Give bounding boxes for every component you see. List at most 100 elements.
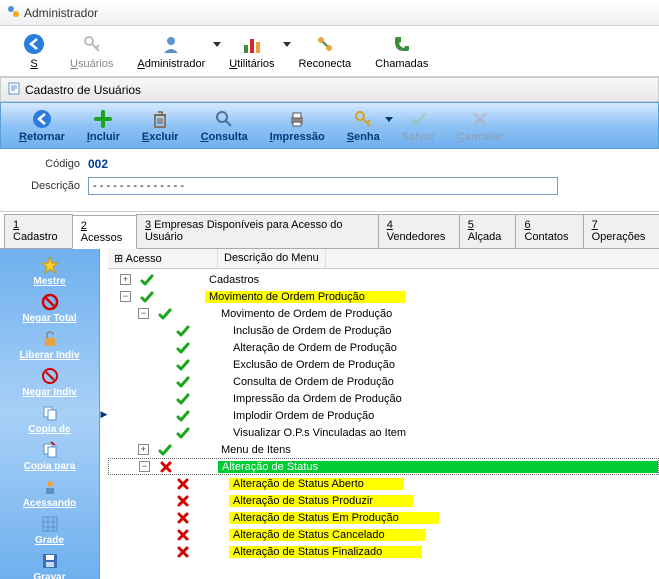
utilitarios-button[interactable]: Utilitários: [223, 30, 280, 72]
tree-expander[interactable]: −: [120, 291, 131, 302]
accessing-icon: [40, 477, 60, 497]
tree-header-acesso[interactable]: ⊞ Acesso: [108, 249, 218, 268]
x-icon: [175, 494, 191, 508]
save-icon: [40, 551, 60, 571]
document-icon: [7, 81, 21, 98]
tab-acessos[interactable]: 2 Acessos: [72, 215, 137, 249]
chart-bars-icon: [240, 32, 264, 56]
deny-icon: [40, 292, 60, 312]
x-icon: [175, 545, 191, 559]
tree-expander[interactable]: −: [139, 461, 150, 472]
x-icon: [175, 511, 191, 525]
tab-contatos[interactable]: 6 Contatos: [515, 214, 583, 248]
sidebar-acessando[interactable]: Acessando: [2, 475, 97, 511]
x-icon: [175, 477, 191, 491]
impressao-button[interactable]: Impressão: [260, 105, 335, 146]
tree-row[interactable]: + Cadastros: [108, 271, 659, 288]
tree-row[interactable]: Implodir Ordem de Produção: [108, 407, 659, 424]
tree-row-label: Alteração de Status Finalizado: [229, 546, 422, 558]
check-icon: [175, 392, 191, 406]
dropdown-arrow-icon[interactable]: [213, 42, 221, 47]
window-title: Administrador: [24, 6, 98, 20]
check-icon: [175, 324, 191, 338]
tree-row[interactable]: Consulta de Ordem de Produção: [108, 373, 659, 390]
consulta-button[interactable]: Consulta: [191, 105, 258, 146]
tree-row[interactable]: +Menu de Itens: [108, 441, 659, 458]
reconecta-button[interactable]: Reconecta: [293, 30, 358, 72]
chamadas-button[interactable]: Chamadas: [369, 30, 434, 72]
tree-row[interactable]: Alteração de Status Em Produção: [108, 509, 659, 526]
plus-icon: [92, 108, 114, 130]
tree-row-label: Alteração de Status Produzir: [229, 495, 413, 507]
check-icon: [175, 358, 191, 372]
app-icon: [6, 4, 20, 21]
retornar-button[interactable]: Retornar: [9, 105, 75, 146]
tree-row-label: Consulta de Ordem de Produção: [229, 376, 394, 388]
tree-row-label: Implodir Ordem de Produção: [229, 410, 374, 422]
sidebar-gravar[interactable]: Gravar: [2, 549, 97, 579]
excluir-button[interactable]: Excluir: [132, 105, 189, 146]
tree-row-label: Cadastros: [205, 274, 259, 286]
tree-row[interactable]: Alteração de Status Cancelado: [108, 526, 659, 543]
tree-row[interactable]: Exclusão de Ordem de Produção: [108, 356, 659, 373]
tab-vendedores[interactable]: 4 Vendedores: [378, 214, 460, 248]
sidebar-copia-para[interactable]: Copia para: [2, 438, 97, 474]
tree-expander[interactable]: +: [138, 444, 149, 455]
dropdown-arrow-icon[interactable]: [283, 42, 291, 47]
sidebar-grade[interactable]: Grade: [2, 512, 97, 548]
senha-button[interactable]: Senha: [337, 105, 390, 146]
key-icon: [80, 32, 104, 56]
sidebar-negar-indiv[interactable]: Negar Indiv: [2, 364, 97, 400]
check-icon: [407, 108, 429, 130]
admin-user-icon: [159, 32, 183, 56]
tree-row-label: Impressão da Ordem de Produção: [229, 393, 402, 405]
x-icon: [158, 460, 174, 474]
sidebar-liberar-indiv[interactable]: Liberar Indiv: [2, 327, 97, 363]
sidebar-negar-total[interactable]: Negar Total: [2, 290, 97, 326]
tabs: 1 Cadastro 2 Acessos 3 Empresas Disponív…: [0, 214, 659, 249]
tree-row[interactable]: Alteração de Ordem de Produção: [108, 339, 659, 356]
tree-row[interactable]: Impressão da Ordem de Produção: [108, 390, 659, 407]
window-titlebar: Administrador: [0, 0, 659, 26]
printer-icon: [286, 108, 308, 130]
check-icon: [157, 443, 173, 457]
unlock-icon: [40, 329, 60, 349]
tab-cadastro[interactable]: 1 Cadastro: [4, 214, 73, 248]
subwindow-title: Cadastro de Usuários: [25, 83, 141, 97]
tree-row[interactable]: Alteração de Status Aberto: [108, 475, 659, 492]
tree-row[interactable]: −Alteração de Status: [108, 458, 659, 475]
check-icon: [175, 375, 191, 389]
administrador-button[interactable]: Administrador: [131, 30, 211, 72]
deny-one-icon: [40, 366, 60, 386]
reconnect-icon: [313, 32, 337, 56]
tree-row[interactable]: Inclusão de Ordem de Produção: [108, 322, 659, 339]
tab-empresas[interactable]: 3 Empresas Disponíveis para Acesso do Us…: [136, 214, 379, 248]
tab-alcada[interactable]: 5 Alçada: [459, 214, 517, 248]
sidebar-mestre[interactable]: Mestre: [2, 253, 97, 289]
tree-header-descricao[interactable]: Descrição do Menu: [218, 249, 326, 268]
tab-operacoes[interactable]: 7 Operações: [583, 214, 659, 248]
sub-toolbar: Retornar Incluir Excluir Consulta Impres…: [0, 102, 659, 149]
tree-row-label: Visualizar O.P.s Vinculadas ao Item: [229, 427, 406, 439]
sidebar-scroll-right[interactable]: ▶: [100, 249, 108, 579]
copy-to-icon: [40, 440, 60, 460]
tree-row[interactable]: Alteração de Status Produzir: [108, 492, 659, 509]
sidebar-copia-de[interactable]: Copia de: [2, 401, 97, 437]
tree-row[interactable]: Visualizar O.P.s Vinculadas ao Item: [108, 424, 659, 441]
sair-button[interactable]: S: [16, 30, 52, 72]
incluir-button[interactable]: Incluir: [77, 105, 130, 146]
subwindow-titlebar: Cadastro de Usuários: [0, 77, 659, 102]
tree-expander[interactable]: −: [138, 308, 149, 319]
tree-row[interactable]: Alteração de Status Finalizado: [108, 543, 659, 560]
tree-expander[interactable]: +: [120, 274, 131, 285]
key-icon: [352, 108, 374, 130]
star-icon: [40, 255, 60, 275]
copy-from-icon: [40, 403, 60, 423]
descricao-input[interactable]: [88, 177, 558, 195]
tree-row[interactable]: − Movimento de Ordem Produção: [108, 288, 659, 305]
check-icon: [157, 307, 173, 321]
tree-row[interactable]: −Movimento de Ordem de Produção: [108, 305, 659, 322]
tree-row-label: Movimento de Ordem Produção: [205, 291, 405, 303]
codigo-value: 002: [88, 157, 108, 171]
usuarios-button[interactable]: Usuários: [64, 30, 119, 72]
